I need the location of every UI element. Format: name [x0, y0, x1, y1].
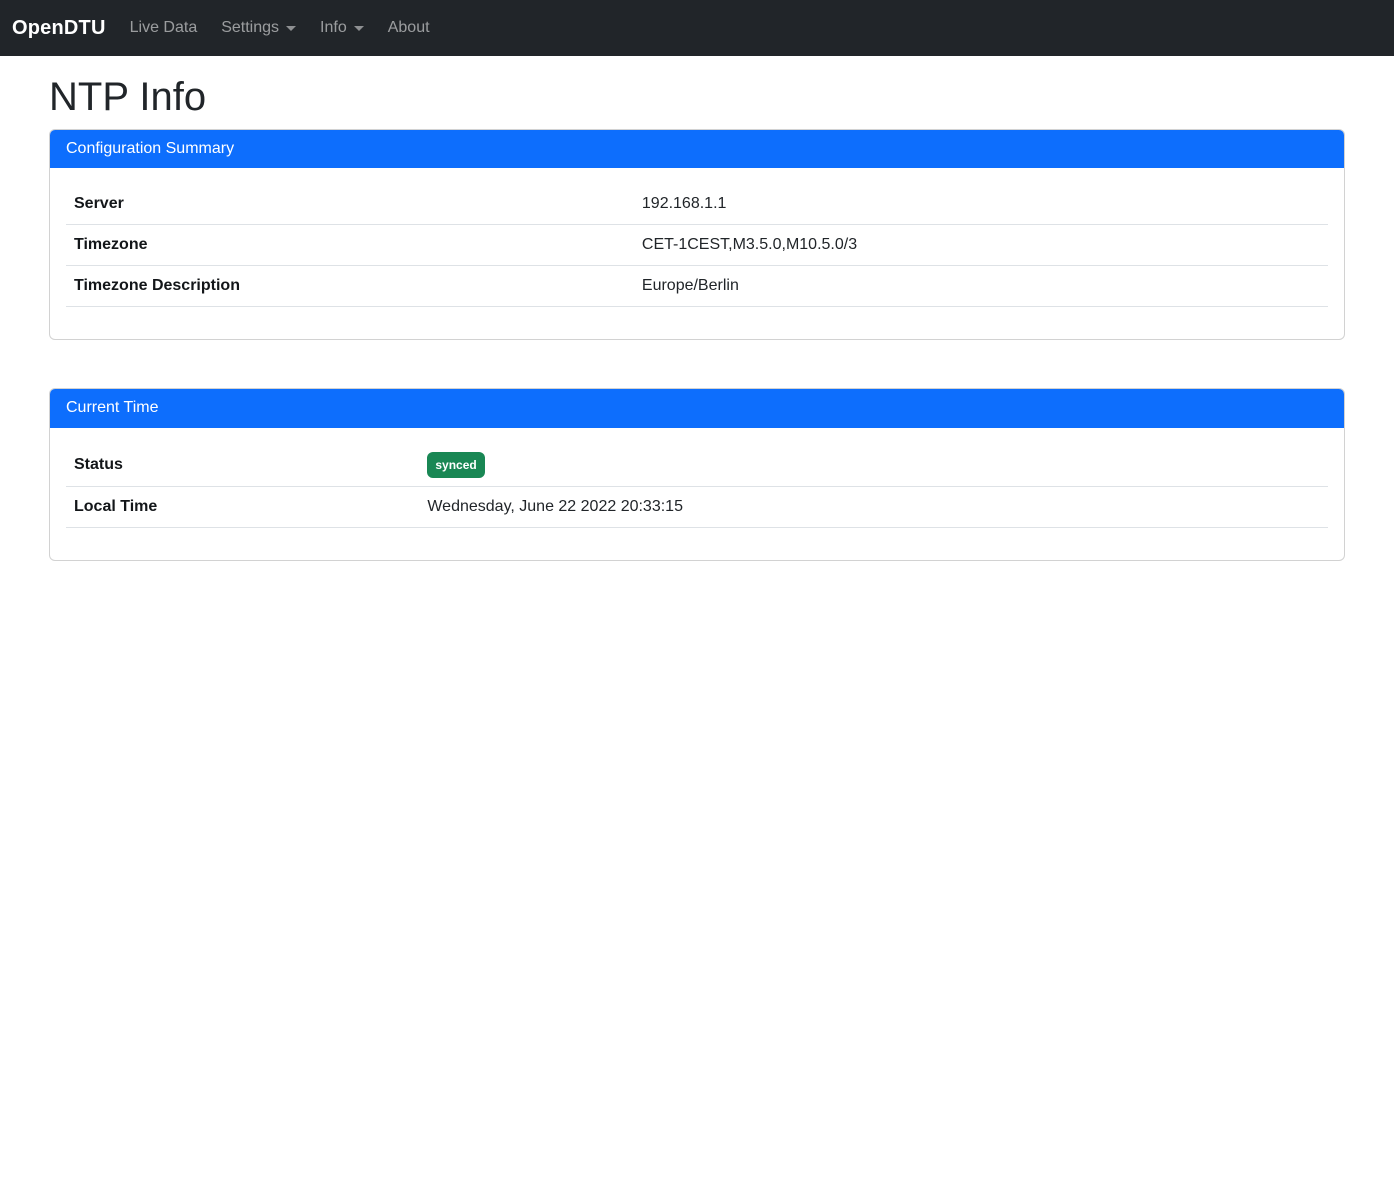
- current-time-header: Current Time: [50, 389, 1344, 427]
- configuration-summary-header: Configuration Summary: [50, 130, 1344, 168]
- current-time-body: Status synced Local Time Wednesday, June…: [50, 428, 1344, 560]
- row-label-local-time: Local Time: [66, 486, 419, 527]
- navbar-menu: Live Data Settings Info About: [122, 11, 446, 45]
- top-navbar: OpenDTU Live Data Settings Info About: [0, 0, 1394, 56]
- chevron-down-icon: [286, 26, 296, 31]
- table-row: Timezone Description Europe/Berlin: [66, 266, 1328, 307]
- configuration-summary-card: Configuration Summary Server 192.168.1.1…: [49, 129, 1345, 340]
- nav-item-info[interactable]: Info: [312, 11, 372, 45]
- table-row: Local Time Wednesday, June 22 2022 20:33…: [66, 486, 1328, 527]
- row-value-timezone: CET-1CEST,M3.5.0,M10.5.0/3: [634, 225, 1328, 266]
- current-time-card: Current Time Status synced Local Time We…: [49, 388, 1345, 560]
- table-row: Status synced: [66, 444, 1328, 487]
- nav-item-live-data[interactable]: Live Data: [122, 11, 206, 45]
- row-label-timezone-description: Timezone Description: [66, 266, 634, 307]
- page-container: NTP Info Configuration Summary Server 19…: [37, 73, 1357, 561]
- status-badge: synced: [427, 452, 484, 478]
- configuration-summary-body: Server 192.168.1.1 Timezone CET-1CEST,M3…: [50, 168, 1344, 339]
- nav-item-settings-label: Settings: [221, 19, 279, 37]
- page-title: NTP Info: [49, 73, 1345, 121]
- row-value-status: synced: [419, 444, 1328, 487]
- row-value-local-time: Wednesday, June 22 2022 20:33:15: [419, 486, 1328, 527]
- configuration-summary-table: Server 192.168.1.1 Timezone CET-1CEST,M3…: [66, 184, 1328, 307]
- row-value-timezone-description: Europe/Berlin: [634, 266, 1328, 307]
- current-time-table: Status synced Local Time Wednesday, June…: [66, 444, 1328, 528]
- nav-item-about[interactable]: About: [380, 11, 438, 45]
- row-label-server: Server: [66, 184, 634, 225]
- nav-item-settings[interactable]: Settings: [213, 11, 304, 45]
- row-value-server: 192.168.1.1: [634, 184, 1328, 225]
- table-row: Server 192.168.1.1: [66, 184, 1328, 225]
- row-label-timezone: Timezone: [66, 225, 634, 266]
- brand-opendtu[interactable]: OpenDTU: [12, 17, 106, 40]
- table-row: Timezone CET-1CEST,M3.5.0,M10.5.0/3: [66, 225, 1328, 266]
- row-label-status: Status: [66, 444, 419, 487]
- chevron-down-icon: [354, 26, 364, 31]
- nav-item-info-label: Info: [320, 19, 347, 37]
